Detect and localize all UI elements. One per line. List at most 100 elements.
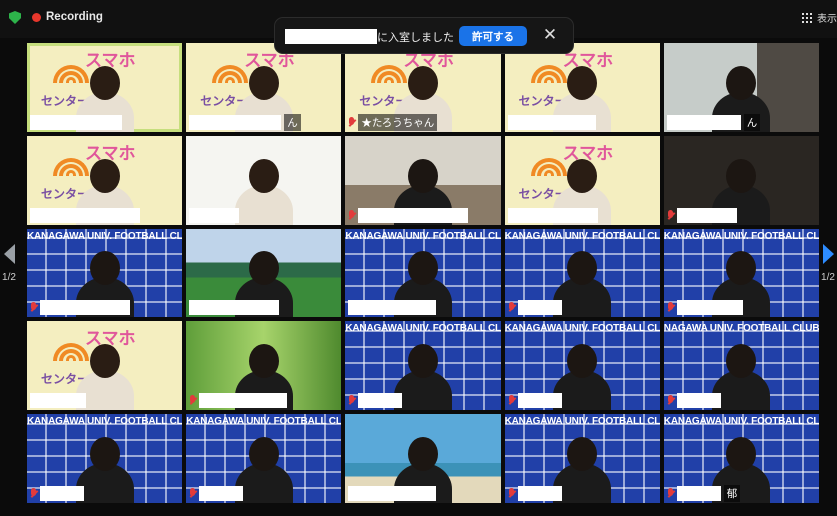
recording-indicator[interactable]: Recording (32, 9, 103, 25)
redacted-name (676, 207, 737, 223)
football-club-banner: KANAGAWA UNIV. FOOTBALL CLUB (504, 323, 660, 335)
participant-tile[interactable]: KANAGAWA UNIV. FOOTBALL CLUB 郁 (663, 414, 819, 503)
participant-name-label (667, 393, 721, 409)
redacted-name (517, 393, 562, 409)
participant-name-label: ん (189, 113, 301, 131)
participant-tile[interactable]: スマホ センター (504, 135, 660, 225)
participant-tile[interactable]: KANAGAWA UNIV. FOOTBALL CLUB (27, 228, 183, 318)
wifi-logo-icon (53, 150, 89, 176)
participant-tile[interactable]: KANAGAWA UNIV. FOOTBALL CLUB (504, 321, 660, 411)
participant-tile[interactable]: KANAGAWA UNIV. FOOTBALL CLUB (345, 321, 501, 411)
participant-name-label (507, 207, 598, 223)
participant-tile[interactable]: スマホ センター (27, 135, 183, 225)
participant-tile[interactable]: スマホ センター (27, 321, 183, 411)
football-club-banner: KANAGAWA UNIV. FOOTBALL CLUB (186, 416, 342, 428)
allow-button[interactable]: 許可する (459, 26, 527, 46)
redacted-name (507, 114, 596, 130)
participant-tile[interactable]: KANAGAWA UNIV. FOOTBALL CLUB (663, 228, 819, 318)
participant-name-label (667, 207, 737, 223)
participant-tile[interactable]: KANAGAWA UNIV. FOOTBALL CLUB (186, 414, 342, 503)
grid-view-icon (802, 12, 812, 23)
redacted-name (189, 114, 282, 130)
wifi-logo-icon (53, 335, 89, 362)
wifi-logo-icon (212, 57, 249, 83)
close-notification-icon[interactable]: ✕ (539, 24, 561, 46)
recording-dot-icon (32, 12, 41, 22)
football-club-banner: KANAGAWA UNIV. FOOTBALL CLUB (27, 416, 183, 428)
next-page-button[interactable]: 1/2 (819, 232, 837, 302)
participant-name-label (348, 486, 437, 501)
participant-video (234, 158, 293, 225)
participant-video (712, 344, 771, 411)
participant-tile[interactable]: スマホ センター (504, 43, 660, 132)
notification-message: に入室しました (377, 32, 454, 44)
participant-name-label (30, 207, 140, 223)
participant-name-label (189, 393, 288, 409)
redacted-name (40, 300, 130, 316)
participant-tile[interactable]: スマホ センター ★たろうちゃん (345, 43, 501, 132)
participant-tile[interactable] (345, 135, 501, 225)
participant-video (75, 437, 134, 503)
participant-tile[interactable]: KANAGAWA UNIV. FOOTBALL CLUB (345, 228, 501, 318)
participant-name-label: 郁 (667, 485, 741, 502)
muted-mic-icon (189, 488, 196, 499)
football-club-banner: KANAGAWA UNIV. FOOTBALL CLUB (663, 230, 819, 242)
chevron-right-icon (822, 244, 834, 264)
participant-tile[interactable]: スマホ センターん (186, 43, 342, 132)
previous-page-button[interactable]: 1/2 (0, 232, 18, 302)
participant-name-label (189, 207, 240, 223)
view-button[interactable]: 表示 (802, 10, 837, 25)
participant-name-label (30, 486, 84, 501)
participant-tile[interactable]: NAGAWA UNIV. FOOTBALL CLUB (663, 321, 819, 411)
participant-name-label (30, 114, 122, 130)
participant-tile[interactable] (186, 228, 342, 318)
redacted-name (199, 393, 288, 409)
redacted-name (189, 300, 280, 316)
participant-name: ん (743, 113, 761, 131)
participant-tile[interactable] (663, 135, 819, 225)
football-club-banner: KANAGAWA UNIV. FOOTBALL CLUB (345, 230, 501, 242)
football-club-banner: KANAGAWA UNIV. FOOTBALL CLUB (27, 230, 183, 242)
participant-name-label: ★たろうちゃん (348, 113, 438, 131)
muted-mic-icon (189, 395, 196, 406)
recording-label: Recording (46, 11, 103, 23)
participant-tile[interactable]: ん (663, 43, 819, 132)
participant-video (234, 437, 293, 503)
football-club-banner: KANAGAWA UNIV. FOOTBALL CLUB (345, 323, 501, 335)
muted-mic-icon (667, 302, 674, 313)
participant-tile[interactable]: スマホ センター (27, 43, 183, 132)
participant-name-label (508, 300, 562, 316)
football-club-banner: KANAGAWA UNIV. FOOTBALL CLUB (504, 416, 660, 428)
redacted-name (517, 300, 562, 316)
redacted-name (358, 393, 403, 409)
football-club-banner: NAGAWA UNIV. FOOTBALL CLUB (663, 323, 819, 335)
muted-mic-icon (348, 209, 355, 221)
participant-tile[interactable] (186, 321, 342, 411)
participant-name-label (348, 393, 403, 409)
wifi-logo-icon (371, 57, 408, 83)
redacted-name (676, 393, 721, 409)
muted-mic-icon (348, 395, 355, 406)
redacted-name (676, 300, 743, 316)
participant-tile[interactable] (186, 135, 342, 225)
participant-tile[interactable] (345, 414, 501, 503)
view-label: 表示 (817, 14, 837, 25)
participant-tile[interactable]: KANAGAWA UNIV. FOOTBALL CLUB (27, 414, 183, 503)
muted-mic-icon (30, 302, 37, 313)
muted-mic-icon (30, 488, 37, 499)
chevron-left-icon (3, 244, 15, 264)
redacted-name (507, 207, 598, 223)
page-indicator-right: 1/2 (821, 272, 835, 283)
participant-tile[interactable]: KANAGAWA UNIV. FOOTBALL CLUB (504, 228, 660, 318)
participant-name: ん (284, 113, 301, 131)
participant-name: 郁 (723, 485, 741, 502)
muted-mic-icon (667, 395, 674, 406)
redacted-name (348, 486, 437, 501)
redacted-name (676, 486, 721, 501)
participant-name-label (30, 393, 86, 409)
participant-tile[interactable]: KANAGAWA UNIV. FOOTBALL CLUB (504, 414, 660, 503)
redacted-name (30, 114, 122, 130)
security-shield-icon[interactable] (9, 11, 21, 24)
redacted-participant-name (285, 29, 377, 44)
redacted-name (189, 207, 240, 223)
